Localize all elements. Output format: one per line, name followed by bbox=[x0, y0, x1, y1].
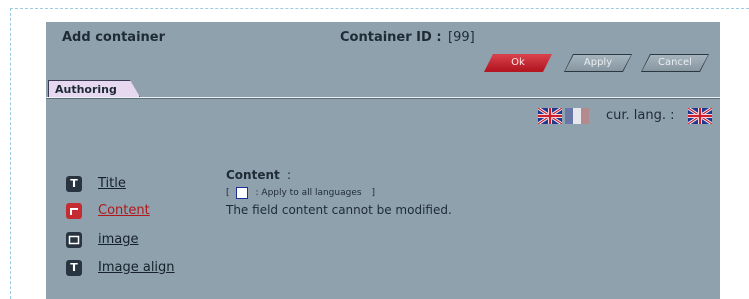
field-link-title[interactable]: Title bbox=[98, 176, 126, 191]
page-border-top bbox=[10, 8, 749, 9]
uk-flag-icon[interactable] bbox=[538, 108, 562, 124]
apply-button-label: Apply bbox=[565, 55, 631, 71]
field-link-image[interactable]: image bbox=[98, 232, 139, 247]
page-border-left bbox=[10, 8, 11, 299]
apply-bracket-close: ] bbox=[371, 188, 376, 198]
container-id-label: Container ID : bbox=[340, 30, 442, 45]
apply-all-languages-checkbox[interactable] bbox=[235, 187, 248, 199]
cancel-button-label: Cancel bbox=[642, 55, 708, 71]
fr-flag-icon[interactable] bbox=[565, 108, 589, 124]
text-field-icon: T bbox=[66, 260, 82, 276]
image-field-icon bbox=[66, 232, 82, 248]
content-field-icon bbox=[66, 203, 82, 219]
container-id-value: [99] bbox=[448, 30, 475, 45]
tab-authoring[interactable]: Authoring bbox=[48, 80, 140, 97]
field-readonly-message: The field content cannot be modified. bbox=[226, 203, 452, 217]
ok-button[interactable]: Ok bbox=[484, 54, 552, 72]
apply-all-languages-label: : Apply to all languages bbox=[255, 188, 362, 198]
container-editor-panel: Add container Container ID : [99] Ok App… bbox=[46, 22, 720, 299]
content-panel-colon: : bbox=[287, 168, 292, 182]
tab-divider-shadow bbox=[46, 98, 720, 99]
content-panel-title: Content bbox=[226, 168, 280, 182]
field-link-content[interactable]: Content bbox=[98, 203, 150, 218]
cancel-button[interactable]: Cancel bbox=[641, 54, 709, 72]
apply-button[interactable]: Apply bbox=[564, 54, 632, 72]
current-language-label: cur. lang. : bbox=[606, 108, 675, 123]
current-language-uk-flag-icon bbox=[688, 108, 712, 124]
apply-all-languages-row: [ : Apply to all languages ] bbox=[226, 187, 375, 199]
field-link-image-align[interactable]: Image align bbox=[98, 260, 175, 275]
tab-authoring-label: Authoring bbox=[55, 83, 117, 96]
ok-button-label: Ok bbox=[485, 55, 551, 71]
apply-bracket-open: [ bbox=[226, 188, 230, 198]
text-field-icon: T bbox=[66, 176, 82, 192]
page-title: Add container bbox=[62, 30, 166, 45]
